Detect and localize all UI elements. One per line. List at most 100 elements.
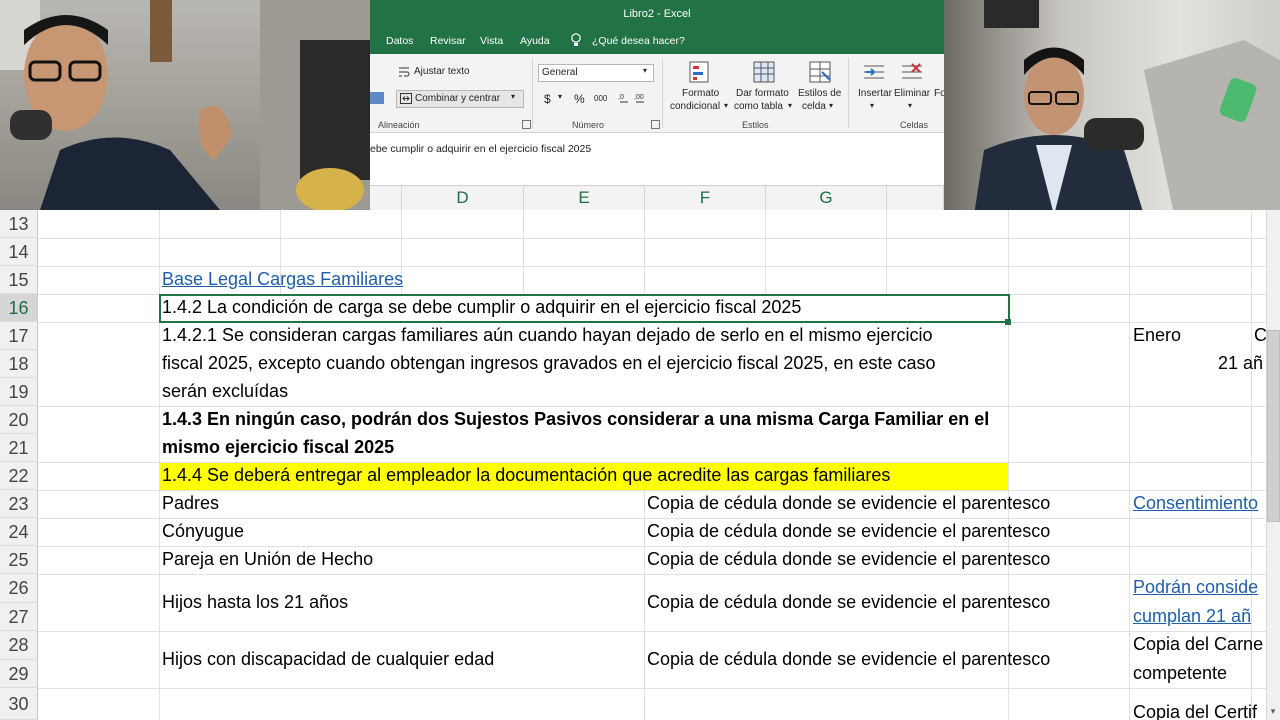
formula-bar[interactable]: ebe cumplir o adquirir en el ejercicio f…	[370, 133, 944, 186]
scrollbar-thumb[interactable]	[1267, 330, 1280, 522]
cell-j28-line-1[interactable]: Copia del Carne	[1133, 634, 1263, 655]
tab-revisar[interactable]: Revisar	[430, 35, 466, 47]
cell-j26-link-line-2[interactable]: cumplan 21 añ	[1133, 606, 1251, 627]
number-format-select[interactable]: General ▾	[538, 64, 654, 82]
row-header-16[interactable]: 16	[0, 294, 38, 322]
column-header-c[interactable]	[370, 186, 402, 210]
cell-j17[interactable]: Enero	[1133, 325, 1181, 346]
row-header-22[interactable]: 22	[0, 462, 38, 490]
dialog-launcher-icon[interactable]	[651, 120, 660, 129]
format-table-label-1[interactable]: Dar formato	[736, 88, 789, 99]
fill-handle[interactable]	[1005, 319, 1011, 325]
row-header-18[interactable]: 18	[0, 350, 38, 378]
cell-j18[interactable]: 21 añ	[1218, 353, 1263, 374]
row-header-28[interactable]: 28	[0, 631, 38, 660]
row-header-27[interactable]: 27	[0, 603, 38, 631]
row-header-26[interactable]: 26	[0, 574, 38, 603]
row-header-14[interactable]: 14	[0, 238, 38, 266]
worksheet-grid[interactable]: 13 14 15 16 17 18 19 20 21 22 23 24 25 2…	[0, 210, 1280, 720]
cell-f23[interactable]: Copia de cédula donde se evidencie el pa…	[647, 493, 1050, 514]
number-format-value: General	[542, 67, 578, 78]
cell-d28[interactable]: Hijos con discapacidad de cualquier edad	[162, 649, 494, 670]
merge-center-button[interactable]: Combinar y centrar ▾	[396, 90, 524, 108]
column-header-g[interactable]: G	[766, 186, 887, 210]
column-header-h[interactable]	[887, 186, 944, 210]
scroll-down-icon[interactable]: ▾	[1267, 706, 1279, 718]
tab-datos[interactable]: Datos	[386, 35, 413, 47]
cell-j26-link-line-1[interactable]: Podrán conside	[1133, 577, 1258, 598]
cell-f28[interactable]: Copia de cédula donde se evidencie el pa…	[647, 649, 1050, 670]
insert-cells-icon[interactable]	[862, 60, 886, 84]
format-table-label-2[interactable]: como tabla	[734, 101, 783, 112]
row-header-23[interactable]: 23	[0, 490, 38, 518]
grid-line	[38, 518, 1266, 519]
cell-d15-link[interactable]: Base Legal Cargas Familiares	[162, 269, 403, 290]
cell-styles-label-2[interactable]: celda	[802, 101, 826, 112]
thousands-button[interactable]: 000	[594, 94, 607, 103]
cell-j23-link[interactable]: Consentimiento	[1133, 493, 1258, 514]
wrap-text-icon	[399, 67, 410, 77]
grid-line	[38, 574, 1266, 575]
dialog-launcher-icon[interactable]	[522, 120, 531, 129]
group-divider	[532, 58, 533, 128]
increase-decimal-icon[interactable]: ,0	[618, 90, 632, 104]
cell-d20-line-1[interactable]: 1.4.3 En ningún caso, podrán dos Sujesto…	[162, 409, 989, 430]
row-header-20[interactable]: 20	[0, 406, 38, 434]
cell-styles-icon[interactable]	[808, 60, 832, 84]
row-header-25[interactable]: 25	[0, 546, 38, 574]
row-header-19[interactable]: 19	[0, 378, 38, 406]
currency-button[interactable]: $	[544, 92, 551, 106]
format-button[interactable]: Fo	[934, 88, 944, 99]
delete-button[interactable]: Eliminar	[894, 88, 930, 99]
grid-line	[765, 210, 766, 294]
column-header-f[interactable]: F	[645, 186, 766, 210]
conditional-format-label-1[interactable]: Formato	[682, 88, 719, 99]
cell-d26[interactable]: Hijos hasta los 21 años	[162, 592, 348, 613]
row-header-15[interactable]: 15	[0, 266, 38, 294]
conditional-format-label-2[interactable]: condicional	[670, 101, 720, 112]
row-header-17[interactable]: 17	[0, 322, 38, 350]
tab-ayuda[interactable]: Ayuda	[520, 35, 550, 47]
column-header-d[interactable]: D	[402, 186, 524, 210]
cell-d24[interactable]: Cónyugue	[162, 521, 244, 542]
cell-f25[interactable]: Copia de cédula donde se evidencie el pa…	[647, 549, 1050, 570]
row-header-30[interactable]: 30	[0, 688, 38, 720]
alignment-group-label: Alineación	[378, 120, 420, 130]
conditional-format-icon[interactable]	[688, 60, 712, 84]
cell-d17-line-3[interactable]: serán excluídas	[162, 381, 288, 402]
cell-j28-line-2[interactable]: competente	[1133, 663, 1227, 684]
formula-bar-content[interactable]: ebe cumplir o adquirir en el ejercicio f…	[370, 143, 591, 155]
cell-f26[interactable]: Copia de cédula donde se evidencie el pa…	[647, 592, 1050, 613]
grid-line	[1008, 210, 1009, 720]
grid-line	[644, 210, 645, 294]
cell-d17-line-1[interactable]: 1.4.2.1 Se consideran cargas familiares …	[162, 325, 932, 346]
cell-d23[interactable]: Padres	[162, 493, 219, 514]
row-header-13[interactable]: 13	[0, 210, 38, 238]
row-header-29[interactable]: 29	[0, 660, 38, 688]
cell-d17-line-2[interactable]: fiscal 2025, excepto cuando obtengan ing…	[162, 353, 936, 374]
guest-video	[974, 0, 1280, 215]
wrap-text-button[interactable]: Ajustar texto	[414, 66, 470, 77]
decrease-decimal-icon[interactable]: ,00	[634, 90, 648, 104]
cell-d22[interactable]: 1.4.4 Se deberá entregar al empleador la…	[162, 465, 890, 486]
tell-me-search[interactable]: ¿Qué desea hacer?	[592, 35, 685, 47]
row-header-24[interactable]: 24	[0, 518, 38, 546]
percent-button[interactable]: %	[574, 92, 585, 106]
cell-styles-label-1[interactable]: Estilos de	[798, 88, 841, 99]
group-divider	[662, 58, 663, 128]
active-cell-selection[interactable]	[159, 294, 1010, 323]
delete-cells-icon[interactable]	[900, 60, 924, 84]
insert-button[interactable]: Insertar	[858, 88, 892, 99]
column-headers: D E F G	[370, 186, 944, 210]
format-as-table-icon[interactable]	[752, 60, 776, 84]
styles-group-label: Estilos	[742, 120, 769, 130]
row-header-21[interactable]: 21	[0, 434, 38, 462]
column-header-e[interactable]: E	[524, 186, 645, 210]
cell-d25[interactable]: Pareja en Unión de Hecho	[162, 549, 373, 570]
indent-icon[interactable]	[370, 92, 384, 104]
grid-line	[1129, 210, 1130, 720]
cell-j30[interactable]: Copia del Certif	[1133, 702, 1257, 720]
tab-vista[interactable]: Vista	[480, 35, 503, 47]
cell-d20-line-2[interactable]: mismo ejercicio fiscal 2025	[162, 437, 394, 458]
cell-f24[interactable]: Copia de cédula donde se evidencie el pa…	[647, 521, 1050, 542]
